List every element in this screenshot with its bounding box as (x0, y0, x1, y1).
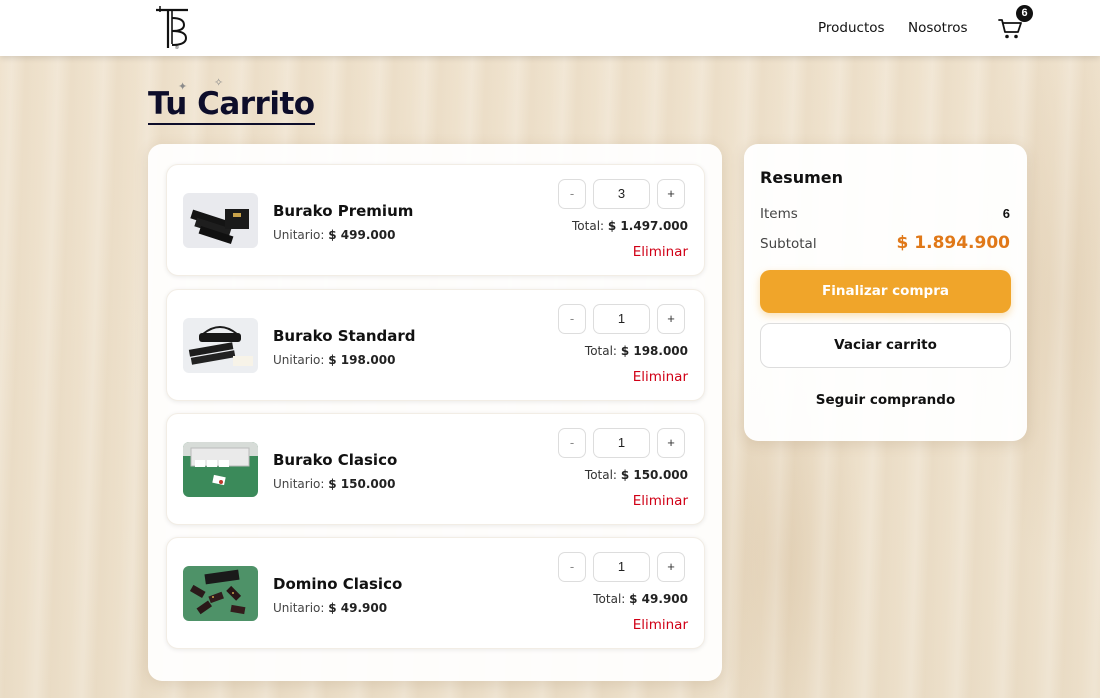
cart-item: Domino Clasico Unitario: $ 49.900 - 1 + … (166, 537, 705, 649)
item-unit-price: Unitario: $ 198.000 (273, 353, 396, 367)
increase-quantity-button[interactable]: + (657, 552, 685, 582)
summary-subtotal-label: Subtotal (760, 236, 817, 252)
item-total: Total: $ 198.000 (584, 344, 688, 358)
cart-item: Burako Premium Unitario: $ 499.000 - 3 +… (166, 164, 705, 276)
cart-item: Burako Clasico Unitario: $ 150.000 - 1 +… (166, 413, 705, 525)
item-name: Domino Clasico (273, 575, 403, 593)
product-image (183, 566, 258, 621)
increase-quantity-button[interactable]: + (657, 304, 685, 334)
item-name: Burako Standard (273, 327, 416, 345)
summary-items-count: 6 (1002, 206, 1010, 221)
order-summary: Resumen Items 6 Subtotal $ 1.894.900 Fin… (744, 144, 1027, 441)
quantity-input[interactable]: 1 (593, 304, 650, 334)
increase-quantity-button[interactable]: + (657, 428, 685, 458)
decrease-quantity-button[interactable]: - (558, 304, 586, 334)
clear-cart-button[interactable]: Vaciar carrito (760, 323, 1011, 368)
nav-nosotros[interactable]: Nosotros (908, 20, 968, 36)
svg-text:®: ® (175, 44, 179, 51)
item-name: Burako Clasico (273, 451, 398, 469)
quantity-input[interactable]: 3 (593, 179, 650, 209)
checkout-button[interactable]: Finalizar compra (760, 270, 1011, 313)
remove-item-button[interactable]: Eliminar (633, 369, 688, 385)
decrease-quantity-button[interactable]: - (558, 179, 586, 209)
cart-count-badge: 6 (1016, 5, 1033, 22)
product-image (183, 442, 258, 497)
increase-quantity-button[interactable]: + (657, 179, 685, 209)
item-name: Burako Premium (273, 202, 414, 220)
remove-item-button[interactable]: Eliminar (633, 244, 688, 260)
decrease-quantity-button[interactable]: - (558, 428, 586, 458)
quantity-input[interactable]: 1 (593, 552, 650, 582)
title-underline (148, 123, 315, 125)
item-unit-price: Unitario: $ 150.000 (273, 477, 396, 491)
summary-subtotal-value: $ 1.894.900 (896, 233, 1010, 253)
brand-logo[interactable]: ® (154, 4, 194, 52)
navbar: ® Productos Nosotros 6 (0, 0, 1100, 56)
item-total: Total: $ 150.000 (584, 468, 688, 482)
item-total: Total: $ 49.900 (593, 592, 688, 606)
item-total: Total: $ 1.497.000 (572, 219, 688, 233)
remove-item-button[interactable]: Eliminar (633, 617, 688, 633)
cart-panel: Burako Premium Unitario: $ 499.000 - 3 +… (148, 144, 722, 681)
cart-item: Burako Standard Unitario: $ 198.000 - 1 … (166, 289, 705, 401)
product-image (183, 318, 258, 373)
item-unit-price: Unitario: $ 499.000 (273, 228, 396, 242)
item-unit-price: Unitario: $ 49.900 (273, 601, 388, 615)
summary-title: Resumen (760, 168, 843, 187)
decrease-quantity-button[interactable]: - (558, 552, 586, 582)
continue-shopping-button[interactable]: Seguir comprando (760, 388, 1011, 412)
page-title: Tu Carrito (148, 86, 315, 122)
nav-productos[interactable]: Productos (818, 20, 885, 36)
summary-items-label: Items (760, 206, 798, 222)
product-image (183, 193, 258, 248)
quantity-input[interactable]: 1 (593, 428, 650, 458)
remove-item-button[interactable]: Eliminar (633, 493, 688, 509)
